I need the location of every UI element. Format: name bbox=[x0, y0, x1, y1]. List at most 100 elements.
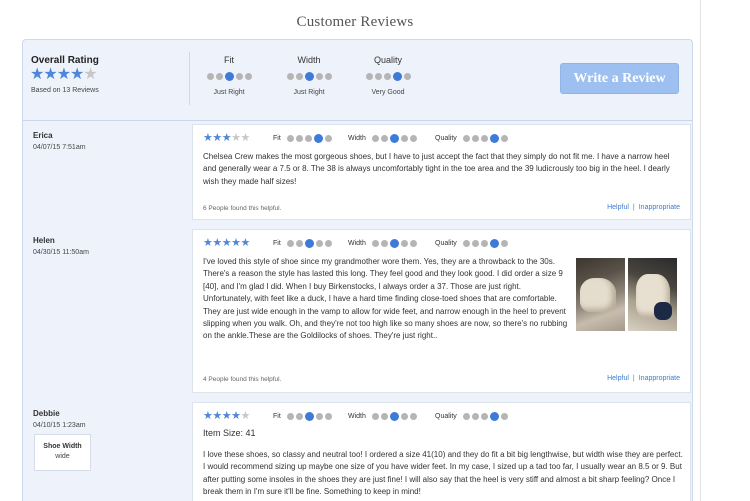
reviewer-info: Helen 04/30/15 11:50am bbox=[33, 236, 89, 256]
overall-rating-label: Overall Rating bbox=[31, 55, 99, 66]
reviewer-info: Erica 04/07/15 7:51am bbox=[33, 131, 86, 151]
scale-dot bbox=[462, 134, 470, 142]
review-text: I've loved this style of shoe since my g… bbox=[203, 257, 568, 341]
scale-dot-selected bbox=[304, 411, 314, 421]
scale-dot bbox=[295, 134, 303, 142]
scale-dot bbox=[409, 412, 417, 420]
scale-dot-selected bbox=[389, 238, 399, 248]
review-width: Width bbox=[348, 410, 417, 422]
reviewer-name: Erica bbox=[33, 131, 53, 140]
scale-dot bbox=[315, 239, 323, 247]
scale-dot-selected bbox=[389, 411, 399, 421]
inappropriate-link[interactable]: Inappropriate bbox=[639, 204, 680, 211]
review-width-label: Width bbox=[348, 239, 366, 247]
review-quality: Quality bbox=[435, 410, 508, 422]
helpful-count: 6 People found this helpful. bbox=[203, 205, 282, 212]
star-empty-icon: ★ bbox=[240, 410, 251, 422]
star-filled-icon: ★ bbox=[203, 410, 213, 422]
review-ratings: ★★★★★ Fit Width Quality bbox=[203, 410, 683, 422]
fit-label: Fit bbox=[224, 55, 234, 65]
review-date: 04/07/15 7:51am bbox=[33, 144, 86, 151]
rating-summary: Overall Rating ★★★★★ Based on 13 Reviews… bbox=[23, 40, 692, 121]
review-text: Chelsea Crew makes the most gorgeous sho… bbox=[203, 152, 670, 186]
star-filled-icon: ★ bbox=[212, 410, 222, 422]
star-empty-icon: ★ bbox=[231, 132, 241, 144]
scale-dot bbox=[315, 412, 323, 420]
review-fit-label: Fit bbox=[273, 134, 281, 142]
review-photo[interactable] bbox=[576, 258, 625, 331]
review-quality-scale bbox=[462, 238, 508, 248]
shoe-width-label: Shoe Width bbox=[43, 443, 82, 450]
scale-dot bbox=[400, 134, 408, 142]
scale-dot bbox=[500, 239, 508, 247]
scale-dot bbox=[286, 134, 294, 142]
star-empty-icon: ★ bbox=[240, 132, 251, 144]
feedback-separator: | bbox=[632, 204, 635, 211]
star-filled-icon: ★ bbox=[231, 237, 241, 249]
review-quality: Quality bbox=[435, 237, 508, 249]
scale-dot bbox=[371, 239, 379, 247]
scale-dot bbox=[380, 134, 388, 142]
scale-dot bbox=[324, 239, 332, 247]
quality-scale bbox=[358, 72, 418, 81]
scale-dot bbox=[380, 239, 388, 247]
review-quality-label: Quality bbox=[435, 239, 457, 247]
review-feedback: Helpful | Inappropriate bbox=[607, 375, 680, 382]
review-photo[interactable] bbox=[628, 258, 677, 331]
scale-dot bbox=[304, 134, 312, 142]
item-size: Item Size: 41 bbox=[203, 428, 256, 438]
review-row: Helen 04/30/15 11:50am ★★★★★ Fit Width Q… bbox=[23, 226, 692, 398]
scale-dot bbox=[471, 412, 479, 420]
scale-dot bbox=[235, 73, 243, 80]
summary-fit: Fit Just Right bbox=[199, 55, 259, 96]
review-fit: Fit bbox=[273, 237, 332, 249]
review-row: Erica 04/07/15 7:51am ★★★★★ Fit Width Qu… bbox=[23, 121, 692, 225]
helpful-count: 4 People found this helpful. bbox=[203, 376, 282, 383]
reviewer-info: Debbie 04/10/15 1:23am bbox=[33, 409, 86, 429]
write-review-button[interactable]: Write a Review bbox=[560, 63, 679, 94]
star-empty-icon: ★ bbox=[83, 66, 97, 83]
scale-dot-selected bbox=[392, 72, 402, 81]
scale-dot bbox=[403, 73, 411, 80]
summary-divider bbox=[189, 52, 190, 105]
star-filled-icon: ★ bbox=[30, 66, 44, 83]
scale-dot bbox=[206, 73, 214, 80]
star-filled-icon: ★ bbox=[43, 66, 57, 83]
review-stars: ★★★★★ bbox=[203, 132, 250, 144]
review-width-label: Width bbox=[348, 134, 366, 142]
star-filled-icon: ★ bbox=[221, 132, 232, 144]
scale-dot bbox=[400, 239, 408, 247]
star-filled-icon: ★ bbox=[240, 237, 251, 249]
scale-dot bbox=[324, 134, 332, 142]
review-fit: Fit bbox=[273, 410, 332, 422]
star-filled-icon: ★ bbox=[203, 237, 213, 249]
scale-dot bbox=[324, 73, 332, 80]
scale-dot-selected bbox=[489, 411, 499, 421]
right-divider bbox=[700, 0, 701, 501]
scale-dot bbox=[371, 134, 379, 142]
helpful-link[interactable]: Helpful bbox=[607, 204, 629, 211]
scale-dot bbox=[295, 412, 303, 420]
shoe-width-value: wide bbox=[55, 453, 70, 460]
scale-dot bbox=[400, 412, 408, 420]
scale-dot-selected bbox=[224, 72, 234, 81]
review-fit-label: Fit bbox=[273, 412, 281, 420]
scale-dot bbox=[462, 239, 470, 247]
review-quality: Quality bbox=[435, 132, 508, 144]
shoe-detail bbox=[654, 302, 672, 320]
quality-value: Very Good bbox=[371, 89, 405, 96]
star-filled-icon: ★ bbox=[231, 410, 241, 422]
star-filled-icon: ★ bbox=[212, 132, 222, 144]
scale-dot bbox=[315, 73, 323, 80]
width-label: Width bbox=[297, 55, 321, 65]
review-stars: ★★★★★ bbox=[203, 237, 250, 249]
feedback-separator: | bbox=[632, 375, 635, 382]
helpful-link[interactable]: Helpful bbox=[607, 375, 629, 382]
star-filled-icon: ★ bbox=[70, 66, 84, 83]
review-text: I love these shoes, so classy and neutra… bbox=[203, 450, 683, 497]
width-scale bbox=[279, 72, 339, 81]
reviewer-name: Debbie bbox=[33, 409, 60, 418]
scale-dot bbox=[286, 239, 294, 247]
inappropriate-link[interactable]: Inappropriate bbox=[639, 375, 680, 382]
shoe-image bbox=[580, 278, 616, 312]
